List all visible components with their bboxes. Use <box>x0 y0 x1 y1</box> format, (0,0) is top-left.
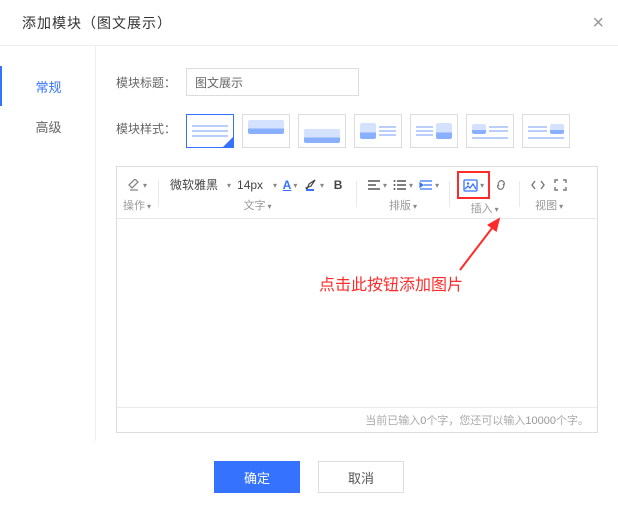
dialog-body: 常规 高级 模块标题： 模块样式： <box>0 46 618 441</box>
callout-arrow-icon <box>457 213 507 273</box>
toolbar-group-insert: 插入 <box>457 171 512 216</box>
source-icon[interactable] <box>527 174 549 196</box>
toolbar-layout-label[interactable]: 排版 <box>389 197 417 213</box>
toolbar-sep <box>519 181 520 207</box>
module-style-label: 模块样式： <box>116 114 186 137</box>
editor-content[interactable]: 点击此按钮添加图片 <box>117 219 597 407</box>
style-option-5[interactable] <box>410 114 458 148</box>
rich-editor: 操作 微软雅黑 14px A <box>116 166 598 433</box>
add-module-dialog: 添加模块（图文展示） × 常规 高级 模块标题： 模块样式： <box>0 0 618 515</box>
indent-button[interactable] <box>416 174 442 196</box>
ok-button[interactable]: 确定 <box>214 461 300 493</box>
bold-button[interactable]: B <box>327 174 349 196</box>
toolbar-view-label[interactable]: 视图 <box>535 197 563 213</box>
cancel-button[interactable]: 取消 <box>318 461 404 493</box>
toolbar-group-layout: 排版 <box>364 174 442 213</box>
callout-text: 点击此按钮添加图片 <box>319 271 463 295</box>
style-option-1[interactable] <box>186 114 234 148</box>
editor-toolbar: 操作 微软雅黑 14px A <box>117 167 597 219</box>
editor-char-count: 当前已输入0个字，您还可以输入10000个字。 <box>117 407 597 432</box>
link-icon[interactable] <box>490 174 512 196</box>
style-options <box>186 114 570 148</box>
fullscreen-icon[interactable] <box>549 174 571 196</box>
module-style-row: 模块样式： <box>116 114 598 148</box>
module-title-label: 模块标题： <box>116 68 186 91</box>
toolbar-group-op: 操作 <box>123 174 151 213</box>
toolbar-group-view: 视图 <box>527 174 571 213</box>
tabs-sidebar: 常规 高级 <box>0 46 96 441</box>
insert-image-highlight <box>457 171 490 199</box>
font-size-select[interactable]: 14px <box>233 176 279 194</box>
close-icon[interactable]: × <box>592 13 604 33</box>
toolbar-op-label[interactable]: 操作 <box>123 197 151 213</box>
font-family-select[interactable]: 微软雅黑 <box>166 176 233 194</box>
dialog-header: 添加模块（图文展示） × <box>0 0 618 46</box>
module-title-row: 模块标题： <box>116 68 598 96</box>
list-button[interactable] <box>390 174 416 196</box>
toolbar-sep <box>356 181 357 207</box>
toolbar-group-text: 微软雅黑 14px A B 文字 <box>166 174 349 213</box>
toolbar-sep <box>449 181 450 207</box>
style-option-3[interactable] <box>298 114 346 148</box>
style-option-7[interactable] <box>522 114 570 148</box>
align-button[interactable] <box>364 174 390 196</box>
style-option-6[interactable] <box>466 114 514 148</box>
toolbar-text-label[interactable]: 文字 <box>244 197 272 213</box>
general-panel: 模块标题： 模块样式： <box>96 46 618 441</box>
insert-image-button[interactable] <box>460 174 487 196</box>
toolbar-insert-label[interactable]: 插入 <box>471 200 499 216</box>
tab-general[interactable]: 常规 <box>0 66 95 106</box>
style-option-2[interactable] <box>242 114 290 148</box>
highlight-button[interactable] <box>301 174 327 196</box>
dialog-title: 添加模块（图文展示） <box>22 13 172 33</box>
dialog-footer: 确定 取消 <box>0 441 618 515</box>
style-option-4[interactable] <box>354 114 402 148</box>
font-color-button[interactable]: A <box>279 174 301 196</box>
tab-advanced[interactable]: 高级 <box>0 106 95 146</box>
eraser-icon[interactable] <box>124 174 150 196</box>
module-title-input[interactable] <box>186 68 359 96</box>
toolbar-sep <box>158 181 159 207</box>
